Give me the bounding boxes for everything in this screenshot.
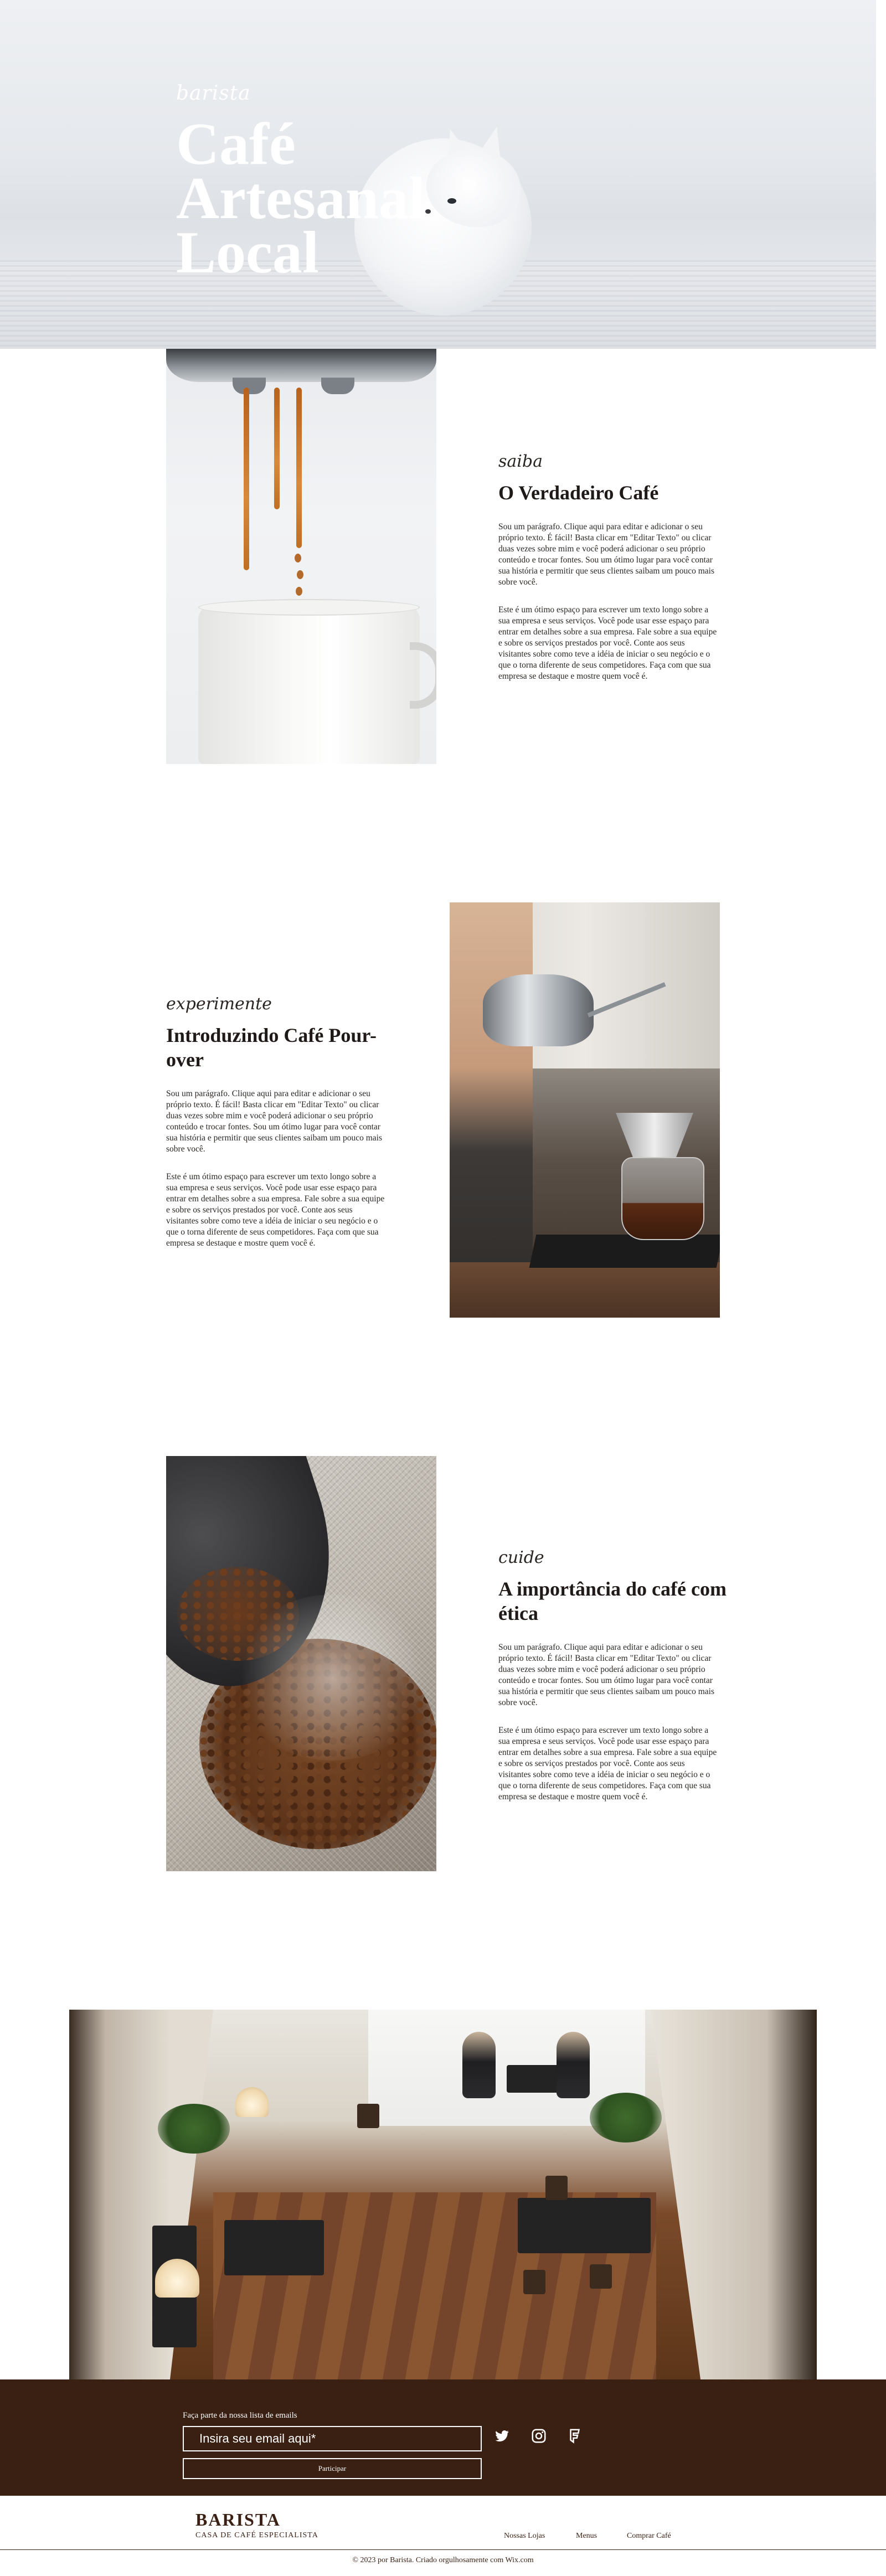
seated-person [462, 2032, 496, 2098]
espresso-photo [166, 349, 436, 764]
coffee-roasting-photo [166, 1456, 436, 1871]
plant [590, 2093, 662, 2143]
espresso-stream [296, 388, 302, 548]
instagram-icon [532, 2429, 546, 2443]
gooseneck-kettle [483, 974, 594, 1046]
glass-server [621, 1157, 704, 1240]
section-heading: O Verdadeiro Café [498, 482, 659, 504]
pendant-lamp [155, 2259, 199, 2298]
newsletter-label: Faça parte da nossa lista de emails [183, 2411, 297, 2420]
nav-link-menus[interactable]: Menus [576, 2532, 597, 2541]
pour-over-dripper [616, 1113, 693, 1157]
foursquare-link[interactable] [565, 2426, 585, 2446]
espresso-stream [244, 388, 249, 570]
espresso-stream [274, 388, 280, 509]
espresso-drop [296, 587, 302, 596]
section-script-label: cuide [498, 1548, 544, 1567]
copyright-text: © 2023 por Barista. Criado orgulhosament… [352, 2556, 534, 2564]
chair [590, 2264, 612, 2289]
nav-link-comprar-cafe[interactable]: Comprar Café [627, 2532, 671, 2541]
hero-title: Café Artesanal Local [176, 111, 425, 286]
email-input[interactable] [183, 2426, 482, 2451]
cup-handle [410, 642, 436, 709]
foursquare-icon [570, 2429, 580, 2444]
join-button[interactable]: Participar [183, 2458, 482, 2479]
seated-person [557, 2032, 590, 2098]
section-heading: Introduzindo Café Pour-over [166, 1024, 377, 1071]
espresso-cup [198, 603, 420, 764]
cup-rim [198, 599, 420, 616]
hero-subtitle: barista [176, 82, 251, 105]
machine-spout [321, 378, 354, 394]
coffee-scale [529, 1235, 720, 1268]
instagram-link[interactable] [529, 2426, 549, 2446]
section-heading: A importância do café com ética [498, 1578, 727, 1624]
cafe-right-wall [651, 2010, 817, 2379]
pendant-lamp [235, 2087, 269, 2117]
cafe-table [518, 2198, 651, 2253]
section-script-label: experimente [166, 994, 272, 1014]
chair [357, 2104, 379, 2128]
nav-link-nossas-lojas[interactable]: Nossas Lojas [504, 2532, 545, 2541]
section-paragraph: Sou um parágrafo. Clique aqui para edita… [166, 1089, 382, 1154]
footer-divider [0, 2549, 886, 2550]
section-script-label: saiba [498, 452, 543, 471]
footer-brand: BARISTA [195, 2510, 281, 2529]
barista-arm [450, 902, 533, 1318]
section-paragraph: Este é um ótimo espaço para escrever um … [498, 605, 717, 681]
twitter-icon [495, 2430, 509, 2441]
pour-over-photo [450, 902, 720, 1318]
cafe-interior-photo [69, 2010, 817, 2379]
section-paragraph: Sou um parágrafo. Clique aqui para edita… [498, 522, 714, 587]
plant [158, 2104, 230, 2154]
espresso-machine [166, 349, 436, 382]
chair [545, 2176, 568, 2200]
section-paragraph: Este é um ótimo espaço para escrever um … [166, 1172, 385, 1248]
section-paragraph: Este é um ótimo espaço para escrever um … [498, 1726, 717, 1801]
machine-spout [233, 378, 266, 394]
twitter-link[interactable] [492, 2426, 512, 2446]
cafe-table [224, 2220, 324, 2275]
wood-table [450, 1262, 720, 1318]
roast-smoke [233, 1594, 432, 1761]
espresso-drop [297, 570, 303, 579]
section-paragraph: Sou um parágrafo. Clique aqui para edita… [498, 1643, 714, 1707]
espresso-drop [295, 554, 301, 562]
footer-tagline: CASA DE CAFÉ ESPECIALISTA [195, 2531, 318, 2539]
chair [523, 2270, 545, 2294]
